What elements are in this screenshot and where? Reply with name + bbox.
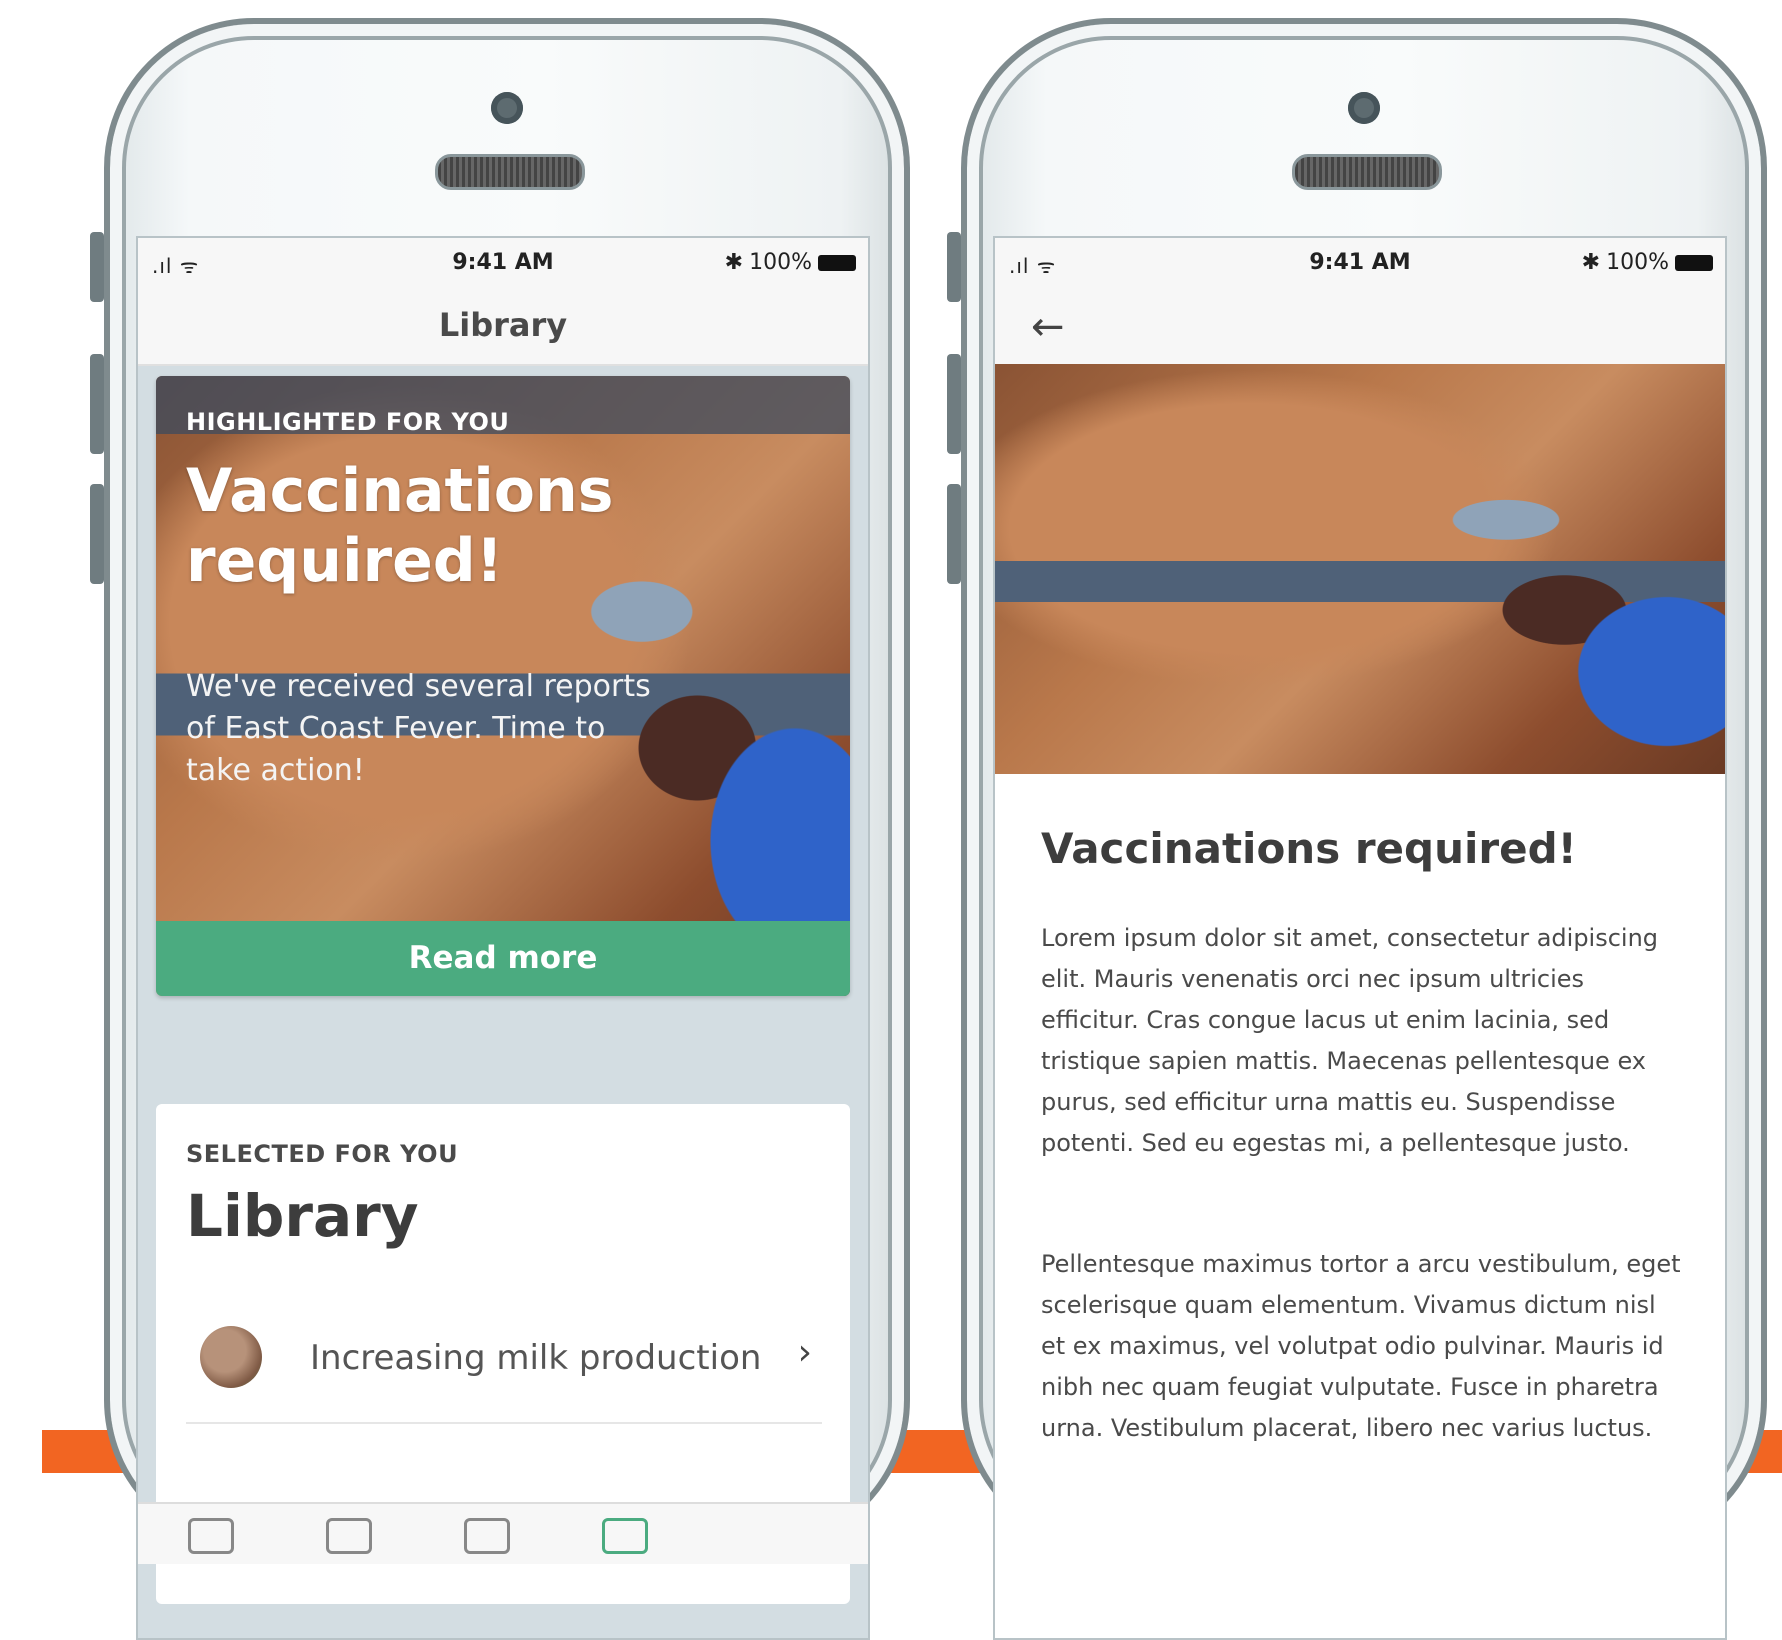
list-item-label: Increasing milk production xyxy=(310,1338,762,1378)
selected-eyebrow: SELECTED FOR YOU xyxy=(186,1140,459,1168)
read-more-button[interactable]: Read more xyxy=(156,921,850,996)
volume-up-button xyxy=(90,354,104,454)
selected-title: Library xyxy=(186,1182,419,1250)
list-item[interactable]: Increasing milk production › xyxy=(186,1304,822,1424)
cow-thumbnail xyxy=(200,1326,262,1388)
battery-icon xyxy=(1675,254,1713,271)
article-paragraph: Pellentesque maximus tortor a arcu vesti… xyxy=(1041,1250,1681,1442)
highlight-eyebrow: HIGHLIGHTED FOR YOU xyxy=(186,408,510,436)
status-bar: .ıl ᯤ 9:41 AM ✱ 100% xyxy=(138,238,868,290)
bluetooth-icon: ✱ xyxy=(724,250,744,275)
tab-activity-icon[interactable] xyxy=(326,1518,372,1554)
highlight-title: Vaccinations required! xyxy=(186,456,614,596)
volume-down-button xyxy=(90,484,104,584)
phone-mockup-library: .ıl ᯤ 9:41 AM ✱ 100% Library HIGHLIGHTED… xyxy=(90,18,910,1640)
mute-switch xyxy=(947,232,961,302)
battery-indicator: ✱ 100% xyxy=(1582,250,1713,275)
earpiece-speaker xyxy=(1292,154,1442,190)
earpiece-speaker xyxy=(435,154,585,190)
page-title: Library xyxy=(438,306,568,344)
battery-percent: 100% xyxy=(1606,250,1669,275)
nav-bar: Library xyxy=(138,290,868,366)
tab-library-icon[interactable] xyxy=(602,1518,648,1554)
battery-percent: 100% xyxy=(749,250,812,275)
back-arrow-icon[interactable]: ← xyxy=(1031,304,1065,350)
tab-bar xyxy=(138,1502,868,1564)
mute-switch xyxy=(90,232,104,302)
nav-bar: ← xyxy=(995,290,1725,366)
tab-home-icon[interactable] xyxy=(188,1518,234,1554)
battery-indicator: ✱ 100% xyxy=(725,250,856,275)
highlight-card[interactable]: HIGHLIGHTED FOR YOU Vaccinations require… xyxy=(156,376,850,996)
status-bar: .ıl ᯤ 9:41 AM ✱ 100% xyxy=(995,238,1725,290)
chevron-right-icon: › xyxy=(797,1332,812,1373)
highlight-body: We've received several reports of East C… xyxy=(186,669,651,788)
bluetooth-icon: ✱ xyxy=(1581,250,1601,275)
article-hero-image xyxy=(995,364,1725,774)
volume-up-button xyxy=(947,354,961,454)
battery-icon xyxy=(818,254,856,271)
article-title: Vaccinations required! xyxy=(1041,824,1577,873)
phone-mockup-article: .ıl ᯤ 9:41 AM ✱ 100% ← Vaccinations requ… xyxy=(947,18,1767,1640)
article-paragraph: Lorem ipsum dolor sit amet, consectetur … xyxy=(1041,924,1659,1157)
front-camera xyxy=(1348,92,1380,124)
article-screen: .ıl ᯤ 9:41 AM ✱ 100% ← Vaccinations requ… xyxy=(993,236,1727,1640)
library-screen: .ıl ᯤ 9:41 AM ✱ 100% Library HIGHLIGHTED… xyxy=(136,236,870,1640)
tab-community-icon[interactable] xyxy=(464,1518,510,1554)
volume-down-button xyxy=(947,484,961,584)
front-camera xyxy=(491,92,523,124)
